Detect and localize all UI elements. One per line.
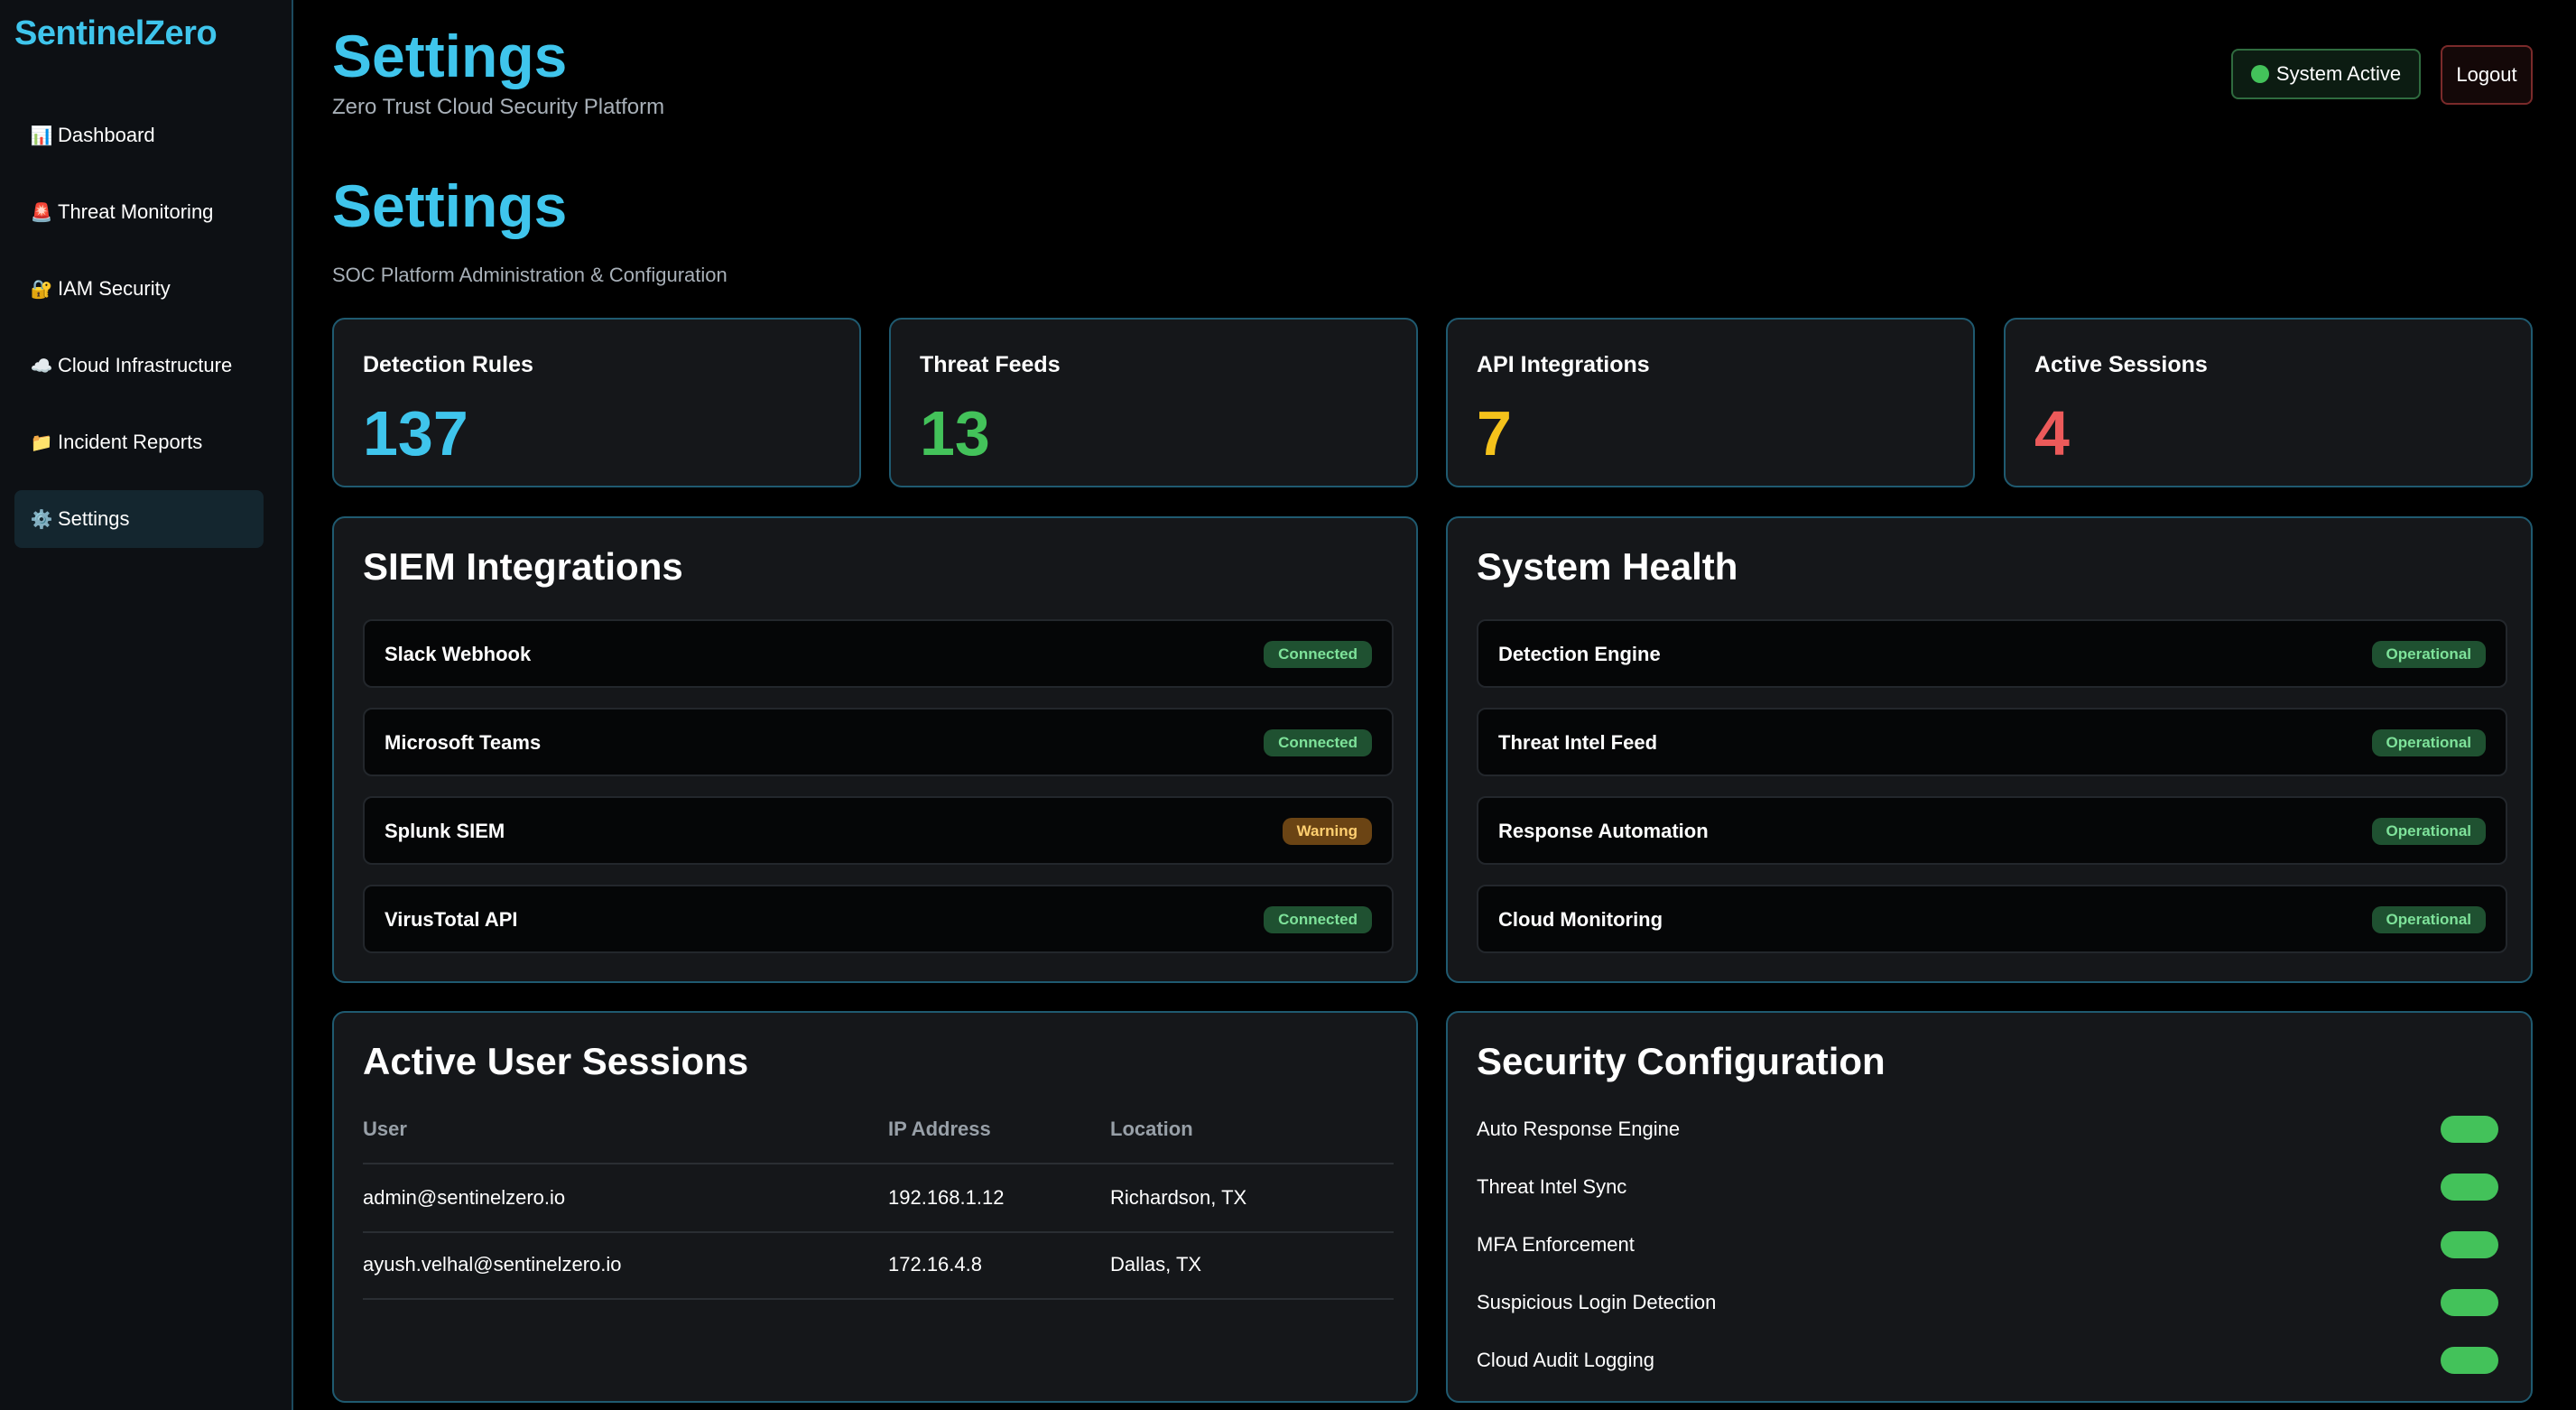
config-label: MFA Enforcement (1477, 1233, 1635, 1256)
sidebar-item-cloud-infrastructure[interactable]: ☁️ Cloud Infrastructure (14, 337, 264, 394)
session-location: Dallas, TX (1110, 1253, 1202, 1275)
stat-card-detection-rules: Detection Rules 137 (332, 318, 861, 487)
session-user: admin@sentinelzero.io (363, 1186, 566, 1209)
header-title: Settings (332, 23, 568, 89)
status-badge: Operational (2371, 906, 2486, 933)
mfa-enforcement-toggle[interactable] (2441, 1231, 2498, 1258)
sidebar-item-settings[interactable]: ⚙️ Settings (14, 490, 264, 548)
stat-value: 13 (920, 398, 990, 468)
system-health-panel: System Health Detection Engine Operation… (1446, 516, 2533, 983)
panel-title: SIEM Integrations (363, 545, 683, 588)
sidebar-item-label: Incident Reports (58, 431, 203, 453)
sidebar-item-threat-monitoring[interactable]: 🚨 Threat Monitoring (14, 183, 264, 241)
stat-card-active-sessions: Active Sessions 4 (2004, 318, 2533, 487)
header-subtitle: Zero Trust Cloud Security Platform (332, 95, 665, 119)
cloud-audit-logging-toggle[interactable] (2441, 1347, 2498, 1374)
suspicious-login-toggle[interactable] (2441, 1289, 2498, 1316)
status-badge: Warning (1282, 818, 1372, 845)
integration-name: VirusTotal API (385, 908, 518, 931)
page-subtitle: SOC Platform Administration & Configurat… (332, 264, 727, 286)
table-divider (363, 1163, 1394, 1164)
integration-name: Splunk SIEM (385, 820, 505, 842)
auto-response-toggle[interactable] (2441, 1116, 2498, 1143)
sidebar-item-label: Dashboard (58, 124, 155, 146)
table-divider (363, 1298, 1394, 1300)
config-label: Cloud Audit Logging (1477, 1349, 1654, 1371)
list-item[interactable]: Detection Engine Operational (1477, 619, 2507, 688)
integration-name: Microsoft Teams (385, 731, 542, 754)
cloud-icon: ☁️ (30, 356, 53, 376)
logout-button[interactable]: Logout (2441, 45, 2533, 105)
sidebar-nav: 📊 Dashboard 🚨 Threat Monitoring 🔐 IAM Se… (14, 107, 264, 567)
status-badge: Operational (2371, 729, 2486, 756)
sidebar-item-iam-security[interactable]: 🔐 IAM Security (14, 260, 264, 318)
status-label: System Active (2275, 62, 2402, 85)
status-badge: Operational (2371, 818, 2486, 845)
app-window: SentinelZero 📊 Dashboard 🚨 Threat Monito… (0, 0, 2576, 1410)
config-label: Suspicious Login Detection (1477, 1291, 1717, 1313)
list-item[interactable]: Threat Intel Feed Operational (1477, 708, 2507, 776)
stat-card-api-integrations: API Integrations 7 (1446, 318, 1975, 487)
config-label: Threat Intel Sync (1477, 1175, 1627, 1198)
component-name: Threat Intel Feed (1498, 731, 1658, 754)
session-user: ayush.velhal@sentinelzero.io (363, 1253, 622, 1275)
security-configuration-panel: Security Configuration Auto Response Eng… (1446, 1011, 2533, 1403)
lock-key-icon: 🔐 (30, 279, 53, 300)
column-header-user: User (363, 1118, 407, 1140)
stat-value: 7 (1477, 398, 1512, 468)
sidebar-item-label: Settings (58, 507, 130, 530)
status-dot-icon (2250, 65, 2269, 83)
stat-label: API Integrations (1477, 352, 1650, 377)
sidebar-item-label: IAM Security (58, 277, 171, 300)
panel-title: Active User Sessions (363, 1040, 749, 1082)
system-status-button[interactable]: System Active (2231, 49, 2421, 99)
integration-name: Slack Webhook (385, 643, 532, 665)
stat-label: Active Sessions (2034, 352, 2208, 377)
status-badge: Connected (1264, 729, 1372, 756)
panel-title: System Health (1477, 545, 1738, 588)
column-header-location: Location (1110, 1118, 1193, 1140)
status-badge: Operational (2371, 641, 2486, 668)
stat-card-threat-feeds: Threat Feeds 13 (889, 318, 1418, 487)
page-title: Settings (332, 172, 568, 239)
stat-label: Threat Feeds (920, 352, 1061, 377)
component-name: Detection Engine (1498, 643, 1661, 665)
config-label: Auto Response Engine (1477, 1118, 1681, 1140)
list-item[interactable]: Cloud Monitoring Operational (1477, 885, 2507, 953)
siren-icon: 🚨 (30, 202, 53, 223)
brand-logo[interactable]: SentinelZero (14, 14, 218, 53)
list-item[interactable]: Splunk SIEM Warning (363, 796, 1394, 865)
session-location: Richardson, TX (1110, 1186, 1247, 1209)
sidebar-item-label: Threat Monitoring (58, 200, 214, 223)
session-ip: 172.16.4.8 (888, 1253, 982, 1275)
status-badge: Connected (1264, 641, 1372, 668)
chart-icon: 📊 (30, 125, 53, 146)
sidebar-item-dashboard[interactable]: 📊 Dashboard (14, 107, 264, 164)
threat-intel-sync-toggle[interactable] (2441, 1173, 2498, 1201)
list-item[interactable]: VirusTotal API Connected (363, 885, 1394, 953)
list-item[interactable]: Slack Webhook Connected (363, 619, 1394, 688)
stat-label: Detection Rules (363, 352, 533, 377)
folder-icon: 📁 (30, 432, 53, 453)
list-item[interactable]: Response Automation Operational (1477, 796, 2507, 865)
sidebar-item-label: Cloud Infrastructure (58, 354, 233, 376)
stat-value: 4 (2034, 398, 2070, 468)
siem-integrations-panel: SIEM Integrations Slack Webhook Connecte… (332, 516, 1418, 983)
table-divider (363, 1231, 1394, 1233)
sidebar: SentinelZero 📊 Dashboard 🚨 Threat Monito… (0, 0, 293, 1410)
component-name: Response Automation (1498, 820, 1709, 842)
status-badge: Connected (1264, 906, 1372, 933)
main-content: Settings Zero Trust Cloud Security Platf… (332, 0, 2533, 1410)
sidebar-item-incident-reports[interactable]: 📁 Incident Reports (14, 413, 264, 471)
active-sessions-panel: Active User Sessions User IP Address Loc… (332, 1011, 1418, 1403)
stat-value: 137 (363, 398, 468, 468)
session-ip: 192.168.1.12 (888, 1186, 1005, 1209)
component-name: Cloud Monitoring (1498, 908, 1663, 931)
column-header-ip: IP Address (888, 1118, 991, 1140)
gear-icon: ⚙️ (30, 509, 53, 530)
panel-title: Security Configuration (1477, 1040, 1886, 1082)
list-item[interactable]: Microsoft Teams Connected (363, 708, 1394, 776)
